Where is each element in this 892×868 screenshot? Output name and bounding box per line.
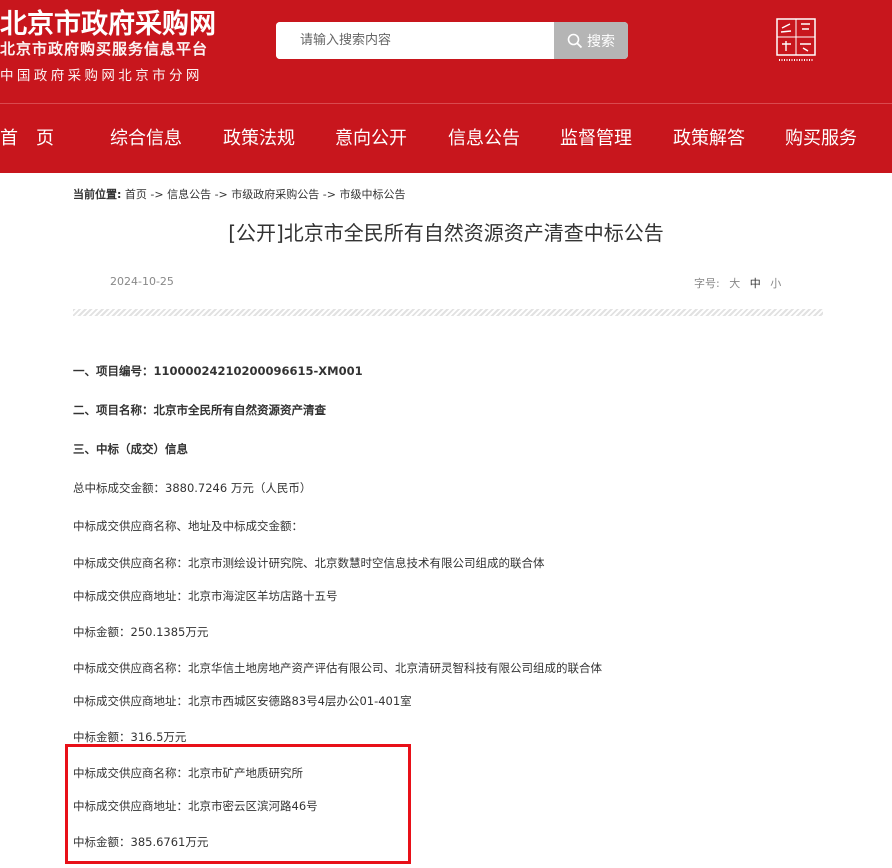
- project-name: 二、项目名称：北京市全民所有自然资源资产清查: [73, 403, 326, 417]
- project-number: 一、项目编号：11000024210200096615-XM001: [73, 364, 363, 378]
- site-subtitle: 北京市政府购买服务信息平台: [0, 40, 209, 58]
- breadcrumb-path[interactable]: 首页 -> 信息公告 -> 市级政府采购公告 -> 市级中标公告: [125, 188, 406, 201]
- site-header: 北京市政府采购网 北京市政府购买服务信息平台 中国政府采购网北京市分网 搜索: [0, 0, 892, 103]
- search-input[interactable]: [276, 22, 554, 59]
- font-size-small[interactable]: 小: [770, 277, 781, 290]
- nav-item-policy[interactable]: 政策法规: [223, 104, 295, 173]
- supplier-2-address: 中标成交供应商地址：北京市西城区安德路83号4层办公01-401室: [73, 694, 412, 708]
- supplier-2-amount: 中标金额：316.5万元: [73, 730, 187, 744]
- main-nav: 首 页 综合信息 政策法规 意向公开 信息公告 监督管理 政策解答 购买服务: [0, 103, 892, 173]
- nav-item-announcements[interactable]: 信息公告: [448, 104, 520, 173]
- supplier-1-address: 中标成交供应商地址：北京市海淀区羊坊店路十五号: [73, 589, 338, 603]
- search-button-label: 搜索: [587, 33, 615, 50]
- capital-window-emblem-icon[interactable]: [776, 18, 816, 64]
- breadcrumb: 当前位置: 首页 -> 信息公告 -> 市级政府采购公告 -> 市级中标公告: [73, 186, 405, 202]
- site-subtitle-2: 中国政府采购网北京市分网: [0, 68, 203, 84]
- nav-item-general-info[interactable]: 综合信息: [110, 104, 182, 173]
- supplier-1-name: 中标成交供应商名称：北京市测绘设计研究院、北京数慧时空信息技术有限公司组成的联合…: [73, 556, 545, 570]
- nav-item-supervision[interactable]: 监督管理: [560, 104, 632, 173]
- search-button[interactable]: 搜索: [554, 22, 628, 59]
- supplier-2-name: 中标成交供应商名称：北京华信土地房地产资产评估有限公司、北京清研灵智科技有限公司…: [73, 661, 602, 675]
- breadcrumb-label: 当前位置:: [73, 188, 122, 201]
- highlight-box: [65, 744, 411, 864]
- publish-date: 2024-10-25: [110, 275, 174, 288]
- nav-item-purchase-services[interactable]: 购买服务: [785, 104, 857, 173]
- total-award-amount: 总中标成交金额：3880.7246 万元（人民币）: [73, 481, 312, 495]
- nav-item-policy-answers[interactable]: 政策解答: [673, 104, 745, 173]
- site-title[interactable]: 北京市政府采购网: [0, 2, 216, 41]
- divider: [73, 309, 823, 316]
- supplier-1-amount: 中标金额：250.1385万元: [73, 625, 209, 639]
- font-size-label: 字号:: [694, 277, 720, 290]
- page-title: [公开]北京市全民所有自然资源资产清查中标公告: [228, 221, 664, 245]
- supplier-list-heading: 中标成交供应商名称、地址及中标成交金额：: [73, 519, 303, 533]
- nav-item-intention[interactable]: 意向公开: [335, 104, 407, 173]
- font-size-switcher: 字号: 大 中 小: [694, 275, 781, 291]
- font-size-large[interactable]: 大: [729, 277, 740, 290]
- search-bar: 搜索: [276, 22, 628, 59]
- nav-item-home[interactable]: 首 页: [0, 104, 54, 173]
- font-size-medium[interactable]: 中: [750, 277, 761, 290]
- award-info-heading: 三、中标（成交）信息: [73, 442, 188, 456]
- search-icon: [567, 33, 583, 48]
